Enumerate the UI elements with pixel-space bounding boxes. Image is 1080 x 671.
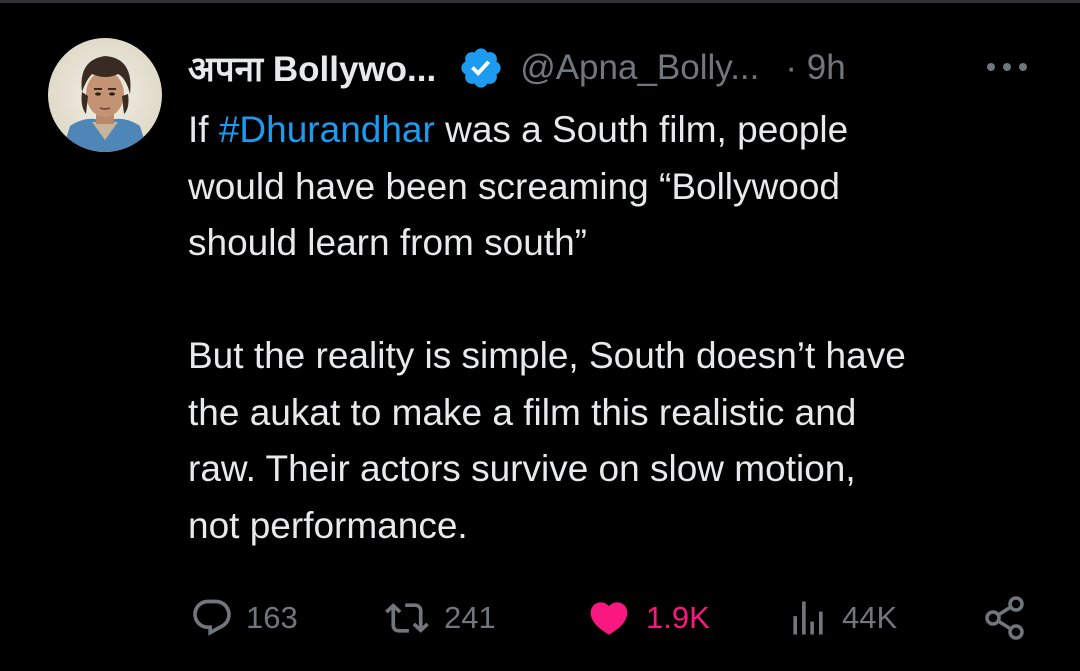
views-icon	[793, 601, 823, 635]
tweet-text-lead: If	[188, 109, 219, 150]
tweet-paragraph-2: But the reality is simple, South doesn’t…	[188, 335, 906, 546]
repost-button[interactable]: 241	[382, 594, 496, 642]
verified-badge-icon	[458, 45, 504, 91]
handle[interactable]: @Apna_Bolly...	[520, 48, 759, 88]
more-options-icon[interactable]	[984, 40, 1030, 92]
like-button[interactable]: 1.9K	[584, 594, 710, 642]
views-button[interactable]: 44K	[786, 594, 897, 642]
share-button[interactable]	[982, 594, 1028, 642]
reply-count: 163	[246, 600, 298, 635]
avatar-photo	[48, 38, 162, 152]
repost-icon	[385, 603, 429, 633]
heart-icon	[590, 602, 628, 635]
timestamp[interactable]: · 9h	[785, 48, 845, 88]
action-bar: 163 241 1.9K 44K	[0, 594, 1080, 642]
tweet-header: अपना Bollywo... @Apna_Bolly... · 9h	[188, 40, 1038, 96]
hashtag-link[interactable]: #Dhurandhar	[219, 109, 435, 150]
reply-button[interactable]: 163	[190, 594, 298, 642]
tweet-paragraph-1: If #Dhurandhar was a South film, people …	[188, 102, 1048, 272]
repost-count: 241	[444, 600, 496, 635]
tweet-text: If #Dhurandhar was a South film, people …	[188, 102, 1048, 554]
view-count: 44K	[842, 600, 898, 635]
display-name[interactable]: अपना Bollywo...	[188, 45, 436, 92]
share-icon	[985, 596, 1024, 640]
like-count: 1.9K	[646, 600, 710, 635]
avatar[interactable]	[48, 38, 162, 152]
top-divider	[0, 0, 1080, 3]
reply-icon	[193, 599, 231, 636]
